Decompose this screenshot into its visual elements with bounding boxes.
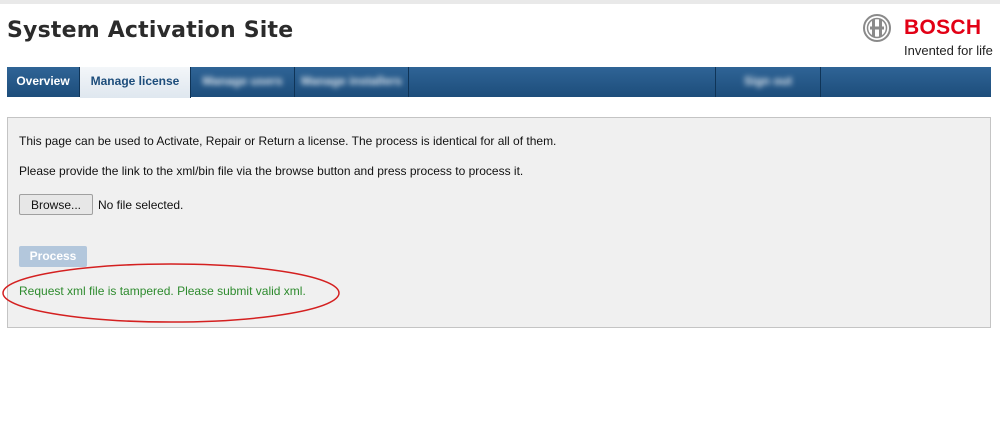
- tab-label: Sign out: [744, 74, 792, 88]
- tab-label: Manage license: [90, 74, 180, 88]
- tab-label: Overview: [16, 74, 70, 88]
- top-bar: [0, 0, 1000, 4]
- tab-manage-installers[interactable]: Manage installers: [295, 67, 409, 97]
- brand-name: BOSCH: [904, 16, 982, 39]
- instructions-text: Please provide the link to the xml/bin f…: [19, 164, 524, 178]
- bosch-logo[interactable]: BOSCH Invented for life: [861, 14, 1000, 60]
- tab-manage-license[interactable]: Manage license: [80, 67, 191, 98]
- tab-label: Manage users: [202, 74, 283, 88]
- main-navigation: Overview Manage license Manage users Man…: [7, 67, 991, 98]
- bosch-armature-icon: [863, 14, 891, 42]
- intro-text: This page can be used to Activate, Repai…: [19, 134, 557, 148]
- page-title: System Activation Site: [7, 18, 294, 43]
- tab-overview[interactable]: Overview: [7, 67, 80, 97]
- tab-sign-out[interactable]: Sign out: [715, 67, 821, 97]
- brand-tagline: Invented for life: [904, 43, 993, 58]
- highlight-ellipse: [2, 263, 340, 323]
- tab-label: Manage installers: [301, 74, 402, 88]
- browse-button[interactable]: Browse...: [19, 194, 93, 215]
- tab-manage-users[interactable]: Manage users: [191, 67, 295, 97]
- file-status-label: No file selected.: [98, 198, 184, 212]
